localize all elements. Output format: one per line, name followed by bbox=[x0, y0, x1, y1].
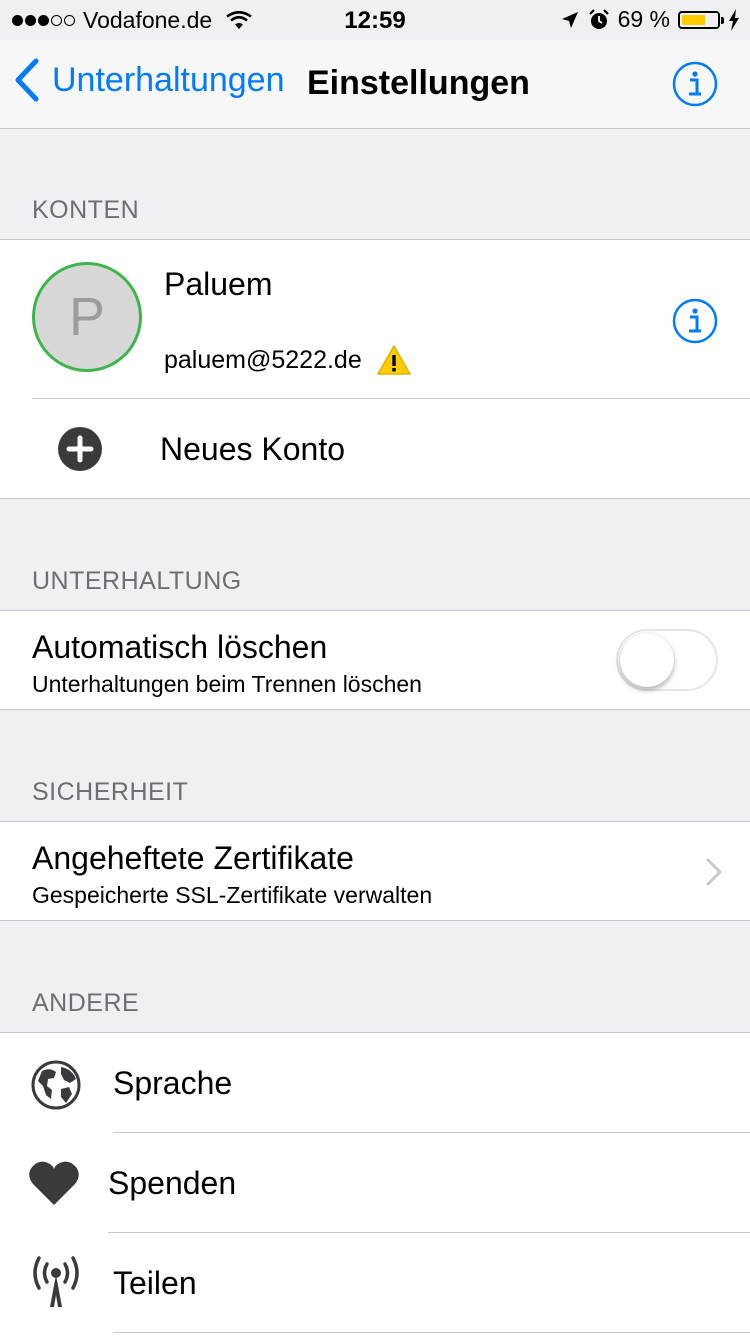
new-account-row[interactable]: Neues Konto bbox=[0, 399, 750, 498]
navigation-bar: Unterhaltungen Einstellungen bbox=[0, 40, 750, 129]
info-button[interactable] bbox=[672, 61, 718, 112]
page-title: Einstellungen bbox=[307, 64, 530, 102]
chevron-left-icon bbox=[15, 58, 39, 102]
back-button-label: Unterhaltungen bbox=[52, 60, 285, 99]
accounts-group: P Paluem paluem@5222.de Neues Konto bbox=[0, 239, 750, 499]
donate-label: Spenden bbox=[108, 1165, 237, 1201]
charging-bolt-icon bbox=[729, 8, 739, 31]
pinned-certificates-title: Angeheftete Zertifikate bbox=[32, 840, 354, 876]
section-header-accounts: KONTEN bbox=[32, 196, 140, 224]
section-header-other: ANDERE bbox=[32, 989, 140, 1017]
toggle-knob bbox=[620, 633, 674, 687]
separator bbox=[113, 1332, 750, 1333]
alarm-icon bbox=[588, 8, 609, 29]
battery-icon bbox=[678, 10, 724, 29]
warning-icon bbox=[377, 345, 411, 375]
info-icon bbox=[672, 298, 718, 344]
auto-delete-row: Automatisch löschen Unterhaltungen beim … bbox=[0, 611, 750, 709]
pinned-certificates-subtitle: Gespeicherte SSL-Zertifikate verwalten bbox=[32, 882, 433, 908]
plus-circle-icon bbox=[58, 427, 102, 471]
chevron-right-icon bbox=[706, 858, 722, 886]
account-email: paluem@5222.de bbox=[164, 345, 362, 374]
account-email-line: paluem@5222.de bbox=[164, 344, 412, 376]
section-header-conversation: UNTERHALTUNG bbox=[32, 567, 242, 595]
account-row[interactable]: P Paluem paluem@5222.de bbox=[0, 240, 750, 398]
battery-fill bbox=[682, 14, 706, 25]
avatar: P bbox=[32, 262, 142, 372]
auto-delete-toggle[interactable] bbox=[616, 629, 718, 691]
account-info-button[interactable] bbox=[672, 298, 718, 349]
security-group: Angeheftete Zertifikate Gespeicherte SSL… bbox=[0, 821, 750, 921]
language-row[interactable]: Sprache bbox=[0, 1033, 750, 1132]
section-header-security: SICHERHEIT bbox=[32, 778, 189, 806]
language-label: Sprache bbox=[113, 1065, 233, 1101]
avatar-letter: P bbox=[68, 287, 106, 347]
conversation-group: Automatisch löschen Unterhaltungen beim … bbox=[0, 610, 750, 710]
battery-percent: 69 % bbox=[617, 6, 670, 32]
auto-delete-title: Automatisch löschen bbox=[32, 629, 328, 665]
globe-icon bbox=[31, 1060, 81, 1110]
new-account-label: Neues Konto bbox=[160, 431, 346, 467]
info-icon bbox=[672, 61, 718, 107]
back-button[interactable]: Unterhaltungen bbox=[14, 58, 285, 102]
account-name: Paluem bbox=[164, 266, 273, 302]
location-arrow-icon bbox=[561, 11, 578, 28]
status-bar: Vodafone.de 12:59 69 % bbox=[0, 0, 750, 40]
donate-row[interactable]: Spenden bbox=[0, 1133, 750, 1232]
other-group: Sprache Spenden Teilen bbox=[0, 1032, 750, 1343]
heart-icon bbox=[29, 1161, 79, 1205]
pinned-certificates-row[interactable]: Angeheftete Zertifikate Gespeicherte SSL… bbox=[0, 822, 750, 920]
share-label: Teilen bbox=[113, 1265, 197, 1301]
broadcast-icon bbox=[33, 1256, 79, 1307]
share-row[interactable]: Teilen bbox=[0, 1233, 750, 1332]
auto-delete-subtitle: Unterhaltungen beim Trennen löschen bbox=[32, 671, 422, 697]
status-right: 69 % bbox=[560, 6, 740, 33]
